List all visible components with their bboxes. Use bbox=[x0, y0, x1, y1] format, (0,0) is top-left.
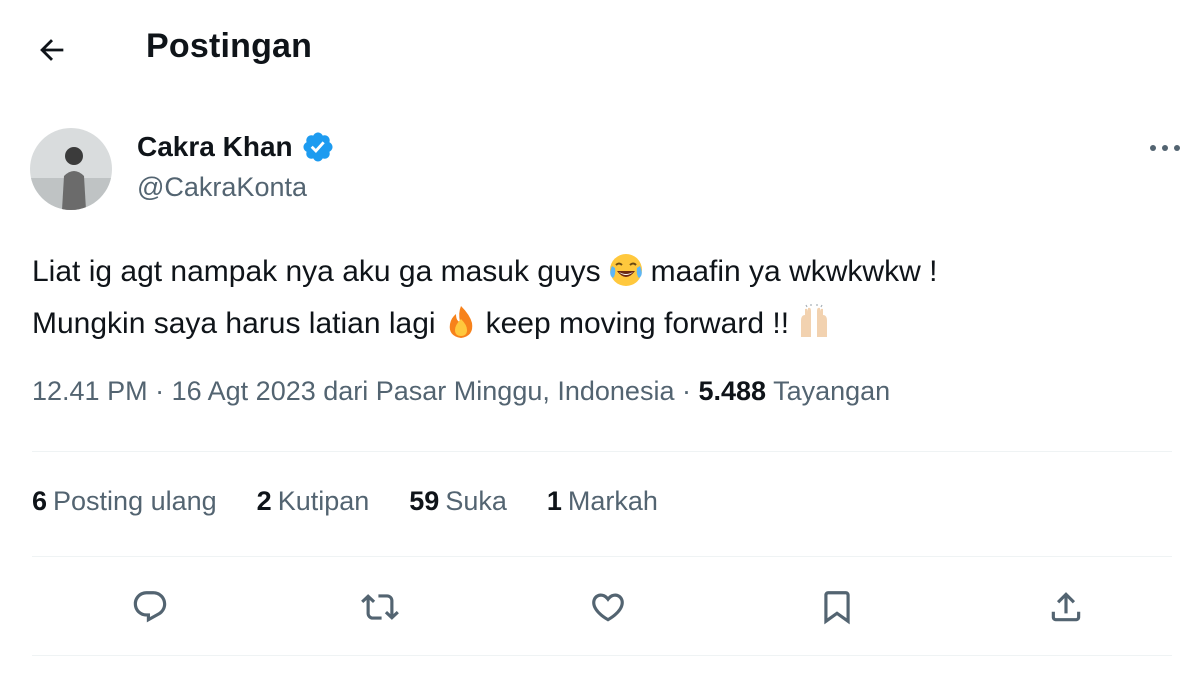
quotes-label: Kutipan bbox=[277, 486, 370, 516]
display-name-text: Cakra Khan bbox=[137, 131, 293, 162]
quotes-count: 2 bbox=[256, 486, 272, 516]
verified-badge-icon bbox=[303, 132, 333, 162]
likes-stat[interactable]: 59 Suka bbox=[409, 486, 507, 517]
divider bbox=[32, 556, 1172, 557]
tweet-time[interactable]: 12.41 PM bbox=[32, 376, 148, 406]
repost-button[interactable] bbox=[357, 584, 403, 630]
tweet-text-part: Mungkin saya harus latian lagi bbox=[32, 307, 436, 340]
engagement-stats: 6 Posting ulang 2 Kutipan 59 Suka 1 Markah bbox=[32, 486, 658, 517]
like-icon bbox=[592, 593, 624, 622]
views-label: Tayangan bbox=[773, 376, 891, 406]
divider bbox=[32, 655, 1172, 656]
tweet-text-part: maafin ya wkwkwkw ! bbox=[650, 255, 938, 288]
top-bar: Postingan bbox=[0, 0, 1200, 96]
reply-button[interactable] bbox=[127, 584, 173, 630]
tweet-text: Liat ig agt nampak nya aku ga masuk guys… bbox=[32, 246, 1172, 350]
quotes-stat[interactable]: 2 Kutipan bbox=[257, 486, 370, 517]
fire-emoji-icon bbox=[449, 306, 472, 338]
tweet-date-location[interactable]: 16 Agt 2023 dari Pasar Minggu, Indonesia bbox=[172, 376, 675, 406]
share-icon bbox=[1051, 592, 1081, 622]
more-icon bbox=[1150, 145, 1180, 151]
reposts-stat[interactable]: 6 Posting ulang bbox=[32, 486, 217, 517]
laughing-emoji-icon bbox=[609, 254, 642, 286]
avatar[interactable] bbox=[30, 128, 112, 210]
meta-separator: · bbox=[155, 376, 165, 406]
reposts-label: Posting ulang bbox=[53, 486, 217, 516]
reply-icon bbox=[133, 591, 167, 623]
bookmarks-stat[interactable]: 1 Markah bbox=[547, 486, 658, 517]
likes-label: Suka bbox=[445, 486, 507, 516]
bookmarks-label: Markah bbox=[567, 486, 658, 516]
share-button[interactable] bbox=[1043, 584, 1089, 630]
repost-icon bbox=[361, 594, 399, 620]
tweet-text-part: Liat ig agt nampak nya aku ga masuk guys bbox=[32, 255, 601, 288]
like-button[interactable] bbox=[585, 584, 631, 630]
raising-hands-emoji-icon bbox=[801, 304, 828, 337]
reposts-count: 6 bbox=[32, 486, 48, 516]
tweet-line-1: Liat ig agt nampak nya aku ga masuk guys… bbox=[32, 246, 1172, 298]
author-name[interactable]: Cakra Khan bbox=[137, 130, 335, 164]
tweet-meta: 12.41 PM · 16 Agt 2023 dari Pasar Minggu… bbox=[32, 376, 890, 407]
views-count: 5.488 bbox=[698, 376, 767, 406]
meta-separator: · bbox=[681, 376, 691, 406]
tweet-line-2: Mungkin saya harus latian lagi keep movi… bbox=[32, 298, 1172, 350]
back-button[interactable] bbox=[30, 28, 74, 72]
page-title: Postingan bbox=[146, 27, 313, 65]
bookmark-icon bbox=[824, 591, 850, 625]
bookmark-button[interactable] bbox=[814, 584, 860, 630]
bookmarks-count: 1 bbox=[546, 486, 562, 516]
author-handle[interactable]: @CakraKonta bbox=[137, 172, 307, 203]
divider bbox=[32, 451, 1172, 452]
arrow-left-icon bbox=[40, 39, 64, 61]
profile-photo bbox=[30, 128, 112, 210]
likes-count: 59 bbox=[409, 486, 440, 516]
more-options-button[interactable] bbox=[1140, 130, 1190, 166]
tweet-text-part: keep moving forward !! bbox=[485, 307, 790, 340]
